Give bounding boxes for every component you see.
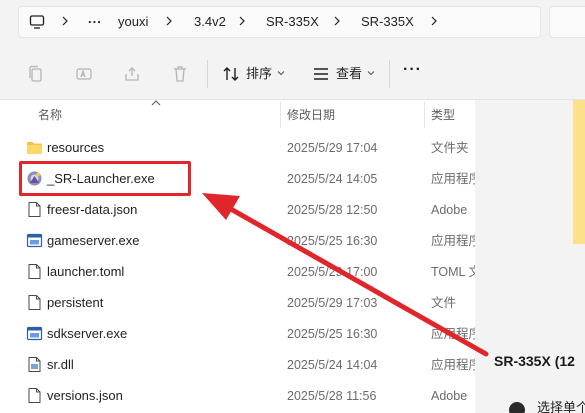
view-button[interactable]: 查看 xyxy=(336,66,362,82)
file-name: gameserver.exe xyxy=(47,233,140,248)
column-header-row: 名称 修改日期 类型 xyxy=(0,100,475,130)
file-modified: 2025/5/28 12:50 xyxy=(287,203,378,217)
sort-button[interactable]: 排序 xyxy=(246,66,272,82)
file-name: sr.dll xyxy=(47,357,74,372)
copy-icon[interactable] xyxy=(26,64,46,84)
chevron-right-icon xyxy=(62,16,68,26)
breadcrumb-overflow[interactable]: ... xyxy=(88,11,102,27)
column-header-name[interactable]: 名称 xyxy=(38,108,62,123)
this-pc-icon[interactable] xyxy=(29,14,45,30)
chevron-right-icon[interactable] xyxy=(427,11,441,31)
list-item[interactable]: resources 2025/5/29 17:04 文件夹 xyxy=(0,132,475,163)
file-modified: 2025/5/24 14:05 xyxy=(287,172,378,186)
json-file-icon xyxy=(28,202,41,217)
list-item[interactable]: sr.dll 2025/5/24 14:04 应用程序 xyxy=(0,349,475,380)
chevron-down-icon xyxy=(367,71,375,76)
column-divider[interactable] xyxy=(424,102,425,128)
list-item[interactable]: versions.json 2025/5/28 11:56 Adobe xyxy=(0,380,475,411)
column-divider[interactable] xyxy=(280,102,281,128)
breadcrumb-item-youxi[interactable]: youxi xyxy=(118,14,148,30)
file-name: launcher.toml xyxy=(47,264,125,279)
chevron-right-icon xyxy=(334,16,340,26)
address-bar: ... youxi 3.4v2 SR-335X SR-335X xyxy=(0,0,585,44)
annotation-highlight-box xyxy=(19,161,191,196)
file-name: versions.json xyxy=(47,388,123,403)
more-options-button[interactable]: ··· xyxy=(403,62,422,78)
list-item[interactable]: persistent 2025/5/29 17:03 文件 xyxy=(0,287,475,318)
breadcrumb-item-3-4v2[interactable]: 3.4v2 xyxy=(194,14,226,30)
breadcrumb-item-sr-335x-current[interactable]: SR-335X xyxy=(361,14,414,30)
info-icon xyxy=(509,402,525,413)
file-type: 应用程序 xyxy=(431,172,475,186)
file-type: Adobe xyxy=(431,203,468,217)
file-type: 文件 xyxy=(431,296,457,310)
view-icon[interactable] xyxy=(311,64,331,84)
toolbar-divider xyxy=(389,60,390,88)
list-item[interactable]: launcher.toml 2025/5/29 17:00 TOML 文件 xyxy=(0,256,475,287)
column-header-type[interactable]: 类型 xyxy=(431,108,455,123)
sort-icon[interactable] xyxy=(221,64,241,84)
blank-file-icon xyxy=(28,295,41,310)
file-name: resources xyxy=(47,140,105,155)
column-header-modified[interactable]: 修改日期 xyxy=(287,108,335,123)
file-type: 应用程序 xyxy=(431,358,475,372)
details-title: SR-335X (12 xyxy=(494,353,575,369)
delete-icon[interactable] xyxy=(170,64,190,84)
breadcrumb-item-sr-335x[interactable]: SR-335X xyxy=(266,14,319,30)
file-name: sdkserver.exe xyxy=(47,326,128,341)
file-type: 应用程序 xyxy=(431,327,475,341)
file-type: Adobe xyxy=(431,389,468,403)
file-name: persistent xyxy=(47,295,104,310)
sort-ascending-icon xyxy=(151,100,161,106)
toolbar-divider xyxy=(207,60,208,88)
dll-file-icon xyxy=(28,357,41,372)
file-modified: 2025/5/29 17:03 xyxy=(287,296,378,310)
file-modified: 2025/5/25 16:30 xyxy=(287,234,378,248)
file-type: 应用程序 xyxy=(431,234,475,248)
preview-thumbnail xyxy=(573,100,585,244)
file-type: TOML 文件 xyxy=(431,265,475,279)
file-modified: 2025/5/29 17:00 xyxy=(287,265,378,279)
file-modified: 2025/5/28 11:56 xyxy=(287,389,377,403)
details-hint: 选择单个 xyxy=(537,400,585,413)
text-file-icon xyxy=(28,264,41,279)
json-file-icon xyxy=(28,388,41,403)
rename-icon[interactable] xyxy=(74,64,94,84)
file-type: 文件夹 xyxy=(431,141,469,155)
file-name: freesr-data.json xyxy=(47,202,138,217)
list-item[interactable]: gameserver.exe 2025/5/25 16:30 应用程序 xyxy=(0,225,475,256)
command-bar: 排序 查看 ··· xyxy=(0,48,585,100)
address-bar-extra-button[interactable] xyxy=(549,6,585,38)
folder-icon xyxy=(27,142,42,154)
file-modified: 2025/5/25 16:30 xyxy=(287,327,378,341)
share-icon[interactable] xyxy=(122,64,142,84)
list-item[interactable]: sdkserver.exe 2025/5/25 16:30 应用程序 xyxy=(0,318,475,349)
file-list: 名称 修改日期 类型 resources 2025/5/29 17:04 文件夹… xyxy=(0,100,475,413)
list-item[interactable]: freesr-data.json 2025/5/28 12:50 Adobe xyxy=(0,194,475,225)
file-modified: 2025/5/24 14:04 xyxy=(287,358,378,372)
exe-file-icon xyxy=(26,326,43,341)
chevron-down-icon xyxy=(277,71,285,76)
file-modified: 2025/5/29 17:04 xyxy=(287,141,378,155)
chevron-right-icon xyxy=(166,16,172,26)
chevron-right-icon xyxy=(239,16,245,26)
exe-file-icon xyxy=(26,233,43,248)
